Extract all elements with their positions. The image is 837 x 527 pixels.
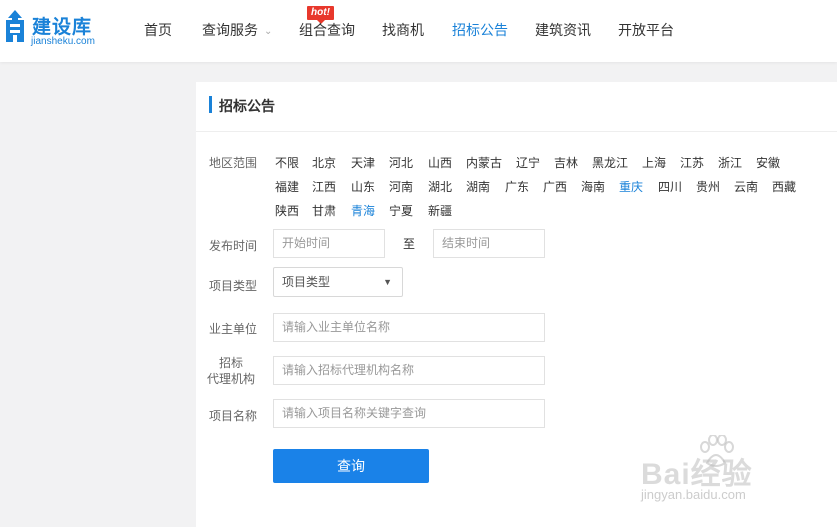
region-option[interactable]: 宁夏 bbox=[389, 202, 413, 219]
region-option[interactable]: 吉林 bbox=[554, 154, 578, 171]
region-option[interactable]: 云南 bbox=[734, 178, 758, 195]
watermark-url: jingyan.baidu.com bbox=[641, 487, 746, 502]
site-logo[interactable]: 建设库 jiansheku.com bbox=[4, 8, 96, 50]
region-option[interactable]: 海南 bbox=[581, 178, 605, 195]
nav-item-opportunities[interactable]: 找商机 bbox=[382, 20, 424, 40]
region-option[interactable]: 河南 bbox=[389, 178, 413, 195]
dropdown-arrow-icon: ▼ bbox=[383, 277, 392, 287]
panel-header: 招标公告 bbox=[196, 82, 837, 132]
region-option[interactable]: 广西 bbox=[543, 178, 567, 195]
region-option[interactable]: 广东 bbox=[505, 178, 529, 195]
region-option[interactable]: 河北 bbox=[389, 154, 413, 171]
nav-item-home[interactable]: 首页 bbox=[144, 20, 172, 40]
nav-item-combined-query[interactable]: 组合查询 bbox=[299, 20, 355, 40]
region-option[interactable]: 重庆 bbox=[619, 178, 643, 195]
owner-label: 业主单位 bbox=[209, 322, 258, 336]
agency-input[interactable]: 请输入招标代理机构名称 bbox=[273, 356, 545, 385]
nav-item-construction-news[interactable]: 建筑资讯 bbox=[535, 20, 591, 40]
region-label: 地区范围 bbox=[209, 156, 258, 170]
region-option[interactable]: 浙江 bbox=[718, 154, 742, 171]
project-type-value: 项目类型 bbox=[282, 275, 331, 289]
logo-domain: jiansheku.com bbox=[31, 36, 95, 47]
title-accent-bar bbox=[209, 96, 212, 113]
region-option[interactable]: 天津 bbox=[351, 154, 375, 171]
agency-label-line1: 招标 bbox=[219, 356, 244, 370]
nav-item-query-services[interactable]: 查询服务 ⌄ bbox=[202, 20, 272, 40]
publish-time-label: 发布时间 bbox=[209, 239, 258, 253]
nav-item-bid-announcements[interactable]: 招标公告 bbox=[452, 20, 508, 40]
search-button[interactable]: 查询 bbox=[273, 449, 429, 483]
region-option[interactable]: 甘肃 bbox=[312, 202, 336, 219]
logo-icon bbox=[6, 10, 24, 42]
agency-label-line2: 代理机构 bbox=[207, 372, 256, 386]
region-option[interactable]: 新疆 bbox=[428, 202, 452, 219]
project-name-label: 项目名称 bbox=[209, 409, 258, 423]
region-option[interactable]: 福建 bbox=[275, 178, 299, 195]
top-header: 建设库 jiansheku.com 首页 查询服务 ⌄ hot! 组合查询 找商机… bbox=[0, 0, 837, 62]
project-name-input[interactable]: 请输入项目名称关键字查询 bbox=[273, 399, 545, 428]
region-option[interactable]: 安徽 bbox=[756, 154, 780, 171]
region-option[interactable]: 黑龙江 bbox=[592, 154, 628, 171]
region-option[interactable]: 不限 bbox=[275, 154, 299, 171]
region-option[interactable]: 江西 bbox=[312, 178, 336, 195]
start-date-input[interactable]: 开始时间 bbox=[273, 229, 385, 258]
region-option[interactable]: 西藏 bbox=[772, 178, 796, 195]
baidu-jingyan-watermark: Bai经验 jingyan.baidu.com bbox=[641, 435, 801, 513]
region-option[interactable]: 上海 bbox=[642, 154, 666, 171]
project-type-label: 项目类型 bbox=[209, 279, 258, 293]
region-option[interactable]: 湖南 bbox=[466, 178, 490, 195]
region-option[interactable]: 贵州 bbox=[696, 178, 720, 195]
region-option[interactable]: 山西 bbox=[428, 154, 452, 171]
project-type-select[interactable]: 项目类型 ▼ bbox=[273, 267, 403, 297]
region-option[interactable]: 内蒙古 bbox=[466, 154, 502, 171]
region-option[interactable]: 湖北 bbox=[428, 178, 452, 195]
hot-badge: hot! bbox=[307, 6, 334, 24]
region-option[interactable]: 陕西 bbox=[275, 202, 299, 219]
end-date-input[interactable]: 结束时间 bbox=[433, 229, 545, 258]
region-option[interactable]: 江苏 bbox=[680, 154, 704, 171]
date-range-separator: 至 bbox=[403, 237, 416, 251]
region-option[interactable]: 山东 bbox=[351, 178, 375, 195]
region-option[interactable]: 青海 bbox=[351, 202, 375, 219]
nav-item-open-platform[interactable]: 开放平台 bbox=[618, 20, 674, 40]
panel-title: 招标公告 bbox=[219, 98, 275, 114]
region-option[interactable]: 四川 bbox=[658, 178, 682, 195]
agency-label: 招标 代理机构 bbox=[207, 355, 255, 387]
owner-input[interactable]: 请输入业主单位名称 bbox=[273, 313, 545, 342]
chevron-down-icon: ⌄ bbox=[264, 26, 273, 37]
region-option[interactable]: 辽宁 bbox=[516, 154, 540, 171]
region-option[interactable]: 北京 bbox=[312, 154, 336, 171]
logo-name: 建设库 bbox=[32, 17, 93, 38]
